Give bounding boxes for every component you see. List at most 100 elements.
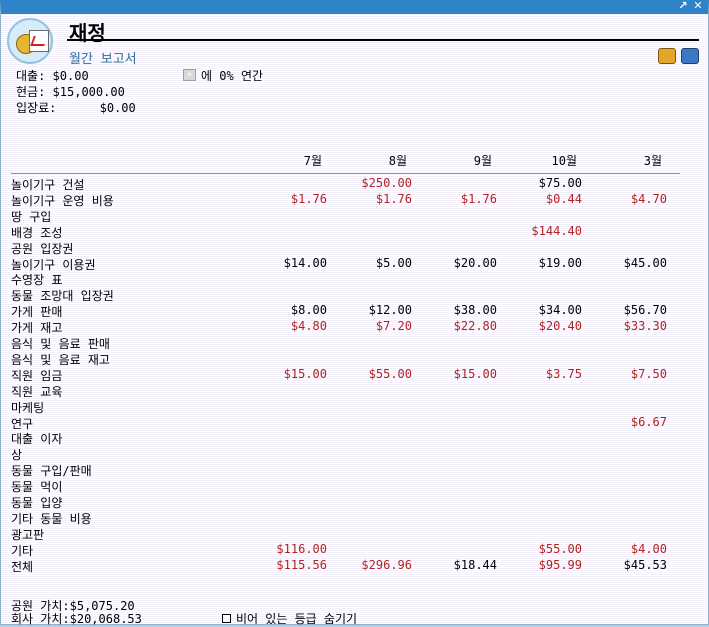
fee-label: 입장료:	[16, 101, 57, 115]
row-value: $15.00	[453, 366, 497, 381]
row-value: $1.76	[375, 191, 412, 206]
row-value: $8.00	[290, 303, 327, 318]
table-row: 연구 $6.67	[1, 415, 709, 431]
resize-icon[interactable]: ↗	[677, 0, 689, 12]
table-row: 전체 $115.56 $296.96 $18.44 $95.99 $45.53	[1, 558, 709, 574]
row-label: 동물 조망대 입장권	[11, 289, 114, 304]
row-label: 동물 먹이	[11, 480, 63, 495]
report-subtitle: 월간 보고서	[69, 52, 137, 67]
row-label: 수영장 표	[11, 273, 63, 288]
fee-info: 입장료: $0.00	[16, 99, 136, 116]
row-value: $20.00	[453, 255, 497, 270]
row-value: $250.00	[361, 176, 412, 190]
row-label: 음식 및 음료 재고	[11, 352, 110, 367]
month-header: 3월	[643, 154, 662, 168]
row-label: 전체	[11, 559, 34, 574]
table-row: 가게 판매 $8.00 $12.00 $38.00 $34.00 $56.70	[1, 303, 709, 319]
row-label: 음식 및 음료 판매	[11, 337, 110, 351]
row-value: $56.70	[623, 303, 667, 318]
row-value: $14.00	[283, 255, 327, 270]
table-row: 광고판	[1, 526, 709, 542]
finance-window: ↗ ✕ 재정 월간 보고서 대출: $0.00 + 에 0% 연간 현금: $1…	[0, 0, 709, 627]
row-label: 마케팅	[11, 400, 45, 415]
chart-icon[interactable]	[681, 48, 699, 64]
cash-info: 현금: $15,000.00	[16, 83, 125, 100]
month-header: 8월	[388, 154, 407, 168]
interest-value: 0% 연간	[219, 69, 264, 83]
table-row: 가게 재고 $4.80 $7.20 $22.80 $20.40 $33.30	[1, 319, 709, 335]
row-label: 놀이기구 운영 비용	[11, 193, 114, 208]
table-row: 동물 먹이	[1, 478, 709, 494]
row-value: $4.70	[630, 191, 667, 206]
row-value: $4.80	[290, 319, 327, 334]
table-row: 상	[1, 446, 709, 462]
interest-rate-button[interactable]: +	[183, 69, 196, 81]
row-value: $20.40	[538, 319, 582, 334]
row-value: $55.00	[538, 541, 582, 556]
row-label: 공원 입장권	[11, 241, 74, 256]
table-row: 기타 동물 비용	[1, 510, 709, 526]
row-value: $3.75	[545, 366, 582, 381]
table-row: 놀이기구 운영 비용 $1.76 $1.76 $1.76 $0.44 $4.70	[1, 192, 709, 208]
cash-value: $15,000.00	[52, 85, 125, 99]
interest-rate-text: 에 0% 연간	[201, 67, 263, 84]
finance-logo-icon	[7, 18, 53, 64]
row-label: 직원 교육	[11, 384, 63, 399]
row-value: $75.00	[538, 176, 582, 190]
row-label: 상	[11, 448, 23, 463]
coins-icon[interactable]	[658, 48, 676, 64]
table-row: 땅 구입	[1, 208, 709, 224]
hide-empty-checkbox[interactable]	[222, 614, 231, 623]
hide-empty-toggle[interactable]: 비어 있는 등급 숨기기	[222, 610, 357, 627]
table-row: 직원 임금 $15.00 $55.00 $15.00 $3.75 $7.50	[1, 367, 709, 383]
row-value: $296.96	[361, 557, 412, 572]
row-value: $144.40	[531, 223, 582, 238]
row-label: 가게 판매	[11, 305, 63, 320]
company-value-info: 회사 가치:$20,068.53	[11, 610, 142, 627]
row-value: $1.76	[460, 191, 497, 206]
row-value: $12.00	[368, 303, 412, 318]
row-value: $45.53	[623, 557, 667, 572]
interest-prefix: 에	[201, 69, 213, 83]
company-value: $20,068.53	[69, 612, 142, 626]
table-row: 배경 조성 $144.40	[1, 224, 709, 240]
row-label: 놀이기구 건설	[11, 178, 85, 192]
table-row: 대출 이자	[1, 430, 709, 446]
table-row: 놀이기구 건설 $250.00 $75.00	[1, 176, 709, 192]
row-value: $6.67	[630, 414, 667, 429]
month-header-row: 7월 8월 9월 10월 3월	[1, 152, 709, 168]
row-label: 놀이기구 이용권	[11, 257, 96, 272]
row-value: $95.99	[538, 557, 582, 572]
row-value: $7.20	[375, 319, 412, 334]
row-value: $115.56	[276, 557, 327, 572]
row-label: 배경 조성	[11, 225, 63, 240]
month-header: 9월	[473, 154, 492, 168]
table-row: 동물 조망대 입장권	[1, 287, 709, 303]
row-value: $33.30	[623, 319, 667, 334]
table-row: 동물 입양	[1, 494, 709, 510]
row-label: 대출 이자	[11, 432, 63, 447]
row-label: 광고판	[11, 527, 45, 542]
row-value: $0.44	[545, 191, 582, 206]
cash-label: 현금:	[16, 85, 46, 99]
row-label: 동물 구입/판매	[11, 464, 92, 479]
title-divider	[67, 39, 699, 41]
header-divider	[11, 173, 680, 174]
row-label: 직원 임금	[11, 368, 63, 383]
table-row: 공원 입장권	[1, 240, 709, 256]
fee-value: $0.00	[99, 101, 136, 115]
row-value: $4.00	[630, 541, 667, 556]
row-value: $7.50	[630, 366, 667, 381]
close-icon[interactable]: ✕	[692, 0, 704, 12]
row-value: $55.00	[368, 366, 412, 381]
loan-info: 대출: $0.00	[16, 67, 89, 84]
table-row: 직원 교육	[1, 383, 709, 399]
loan-label: 대출:	[16, 69, 46, 83]
row-label: 가게 재고	[11, 321, 63, 336]
row-label: 동물 입양	[11, 496, 63, 510]
row-value: $5.00	[375, 255, 412, 270]
table-row: 수영장 표	[1, 271, 709, 287]
month-header: 10월	[551, 154, 578, 168]
row-label: 연구	[11, 416, 34, 431]
row-label: 땅 구입	[11, 209, 52, 224]
